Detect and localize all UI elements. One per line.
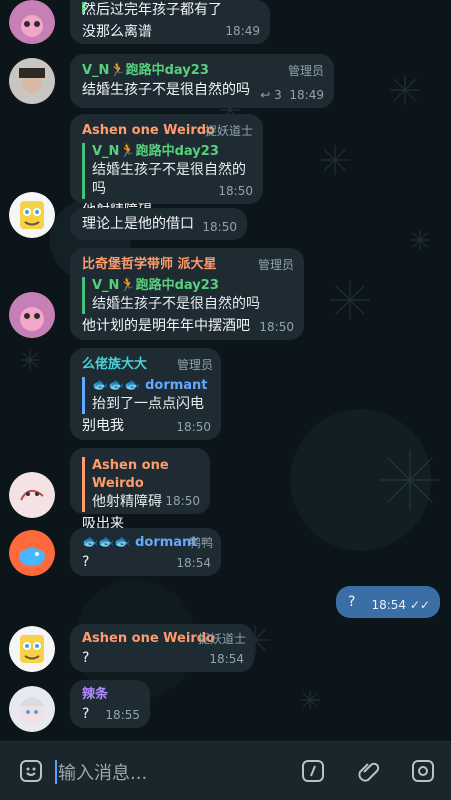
role-badge: 鸭鸭 — [188, 536, 213, 550]
message-bubble[interactable]: 然后过完年孩子都有了 没那么离谱 18:49 — [70, 0, 270, 44]
avatar[interactable] — [9, 292, 55, 338]
role-badge: 捉妖道士 — [197, 632, 246, 646]
quote-sender: 🐟🐟🐟 dormant — [92, 378, 208, 393]
sticker-icon[interactable] — [18, 758, 44, 784]
role-badge: 管理员 — [287, 64, 324, 78]
message-time: 18:55 — [105, 708, 140, 722]
quote-sender: Ashen one Weirdo — [92, 458, 169, 491]
message-time: 18:54 — [209, 652, 244, 666]
message-bubble[interactable]: 么佬族大大 管理员 🐟🐟🐟 dormant 抬到了一点点闪电 别电我 18:50 — [70, 348, 221, 440]
reply-icon[interactable]: ↩︎ — [260, 88, 274, 102]
avatar[interactable] — [9, 530, 55, 576]
text-caret — [55, 760, 57, 784]
reply-count: 3 — [274, 88, 282, 102]
message-time: 18:50 — [259, 320, 294, 334]
message-text: 然后过完年孩子都有了 — [82, 2, 222, 18]
message-time: 18:50 — [176, 420, 211, 434]
message-time: 18:54 — [176, 556, 211, 570]
message-bubble[interactable]: Ashen one Weirdo 捉妖道士 ? 18:54 — [70, 624, 254, 672]
camera-icon[interactable] — [410, 758, 436, 784]
message-time: 18:54 ✓✓ — [371, 598, 430, 612]
role-badge: 管理员 — [257, 258, 294, 272]
reply-quote[interactable]: V_N🏃跑路中day23 结婚生孩子不是很自然的吗 — [82, 277, 294, 314]
avatar[interactable] — [9, 626, 55, 672]
message-bubble[interactable]: Ashen one Weirdo 他射精障碍 吸出来 18:50 — [70, 448, 210, 532]
paperclip-icon[interactable] — [356, 758, 382, 784]
role-badge: 捉妖道士 — [204, 124, 253, 138]
message-bubble[interactable]: V_N🏃跑路中day23 管理员 结婚生孩子不是很自然的吗 ↩︎ 3 18:49 — [70, 54, 334, 108]
avatar[interactable] — [9, 686, 55, 732]
sender-name[interactable]: 辣条 — [82, 686, 140, 704]
message-time: 18:49 — [225, 24, 260, 38]
message-bubble[interactable]: 🐟🐟🐟 dormant 鸭鸭 ? 18:54 — [70, 528, 221, 576]
quote-text: 抬到了一点点闪电 — [92, 396, 204, 412]
message-time: ↩︎ 3 18:49 — [260, 88, 324, 102]
message-time: 18:50 — [165, 494, 200, 508]
command-icon[interactable] — [300, 758, 326, 784]
quote-sender: V_N🏃跑路中day23 — [92, 144, 219, 159]
message-composer[interactable]: 输入消息... — [0, 741, 451, 800]
double-check-icon: ✓✓ — [409, 598, 430, 612]
message-bubble[interactable]: Ashen one Weirdo 捉妖道士 V_N🏃跑路中day23 结婚生孩子… — [70, 114, 263, 219]
message-input[interactable]: 输入消息... — [58, 759, 147, 785]
message-bubble[interactable]: 比奇堡哲学带师 派大星 管理员 V_N🏃跑路中day23 结婚生孩子不是很自然的… — [70, 248, 304, 340]
message-bubble[interactable]: 辣条 ? 18:55 — [70, 680, 150, 728]
quote-sender: V_N🏃跑路中day23 — [92, 278, 219, 293]
avatar[interactable] — [9, 192, 55, 238]
avatar[interactable] — [9, 0, 55, 44]
avatar[interactable] — [9, 472, 55, 518]
reply-quote[interactable]: 🐟🐟🐟 dormant 抬到了一点点闪电 — [82, 377, 211, 414]
message-time: 18:50 — [202, 220, 237, 234]
avatar[interactable] — [9, 58, 55, 104]
message-bubble-outgoing[interactable]: ? 18:54 ✓✓ — [336, 586, 440, 618]
message-bubble[interactable]: 理论上是他的借口 18:50 — [70, 208, 247, 240]
quote-text: 结婚生孩子不是很自然的吗 — [92, 296, 260, 312]
message-text: 没那么离谱 — [82, 24, 152, 40]
message-time: 18:50 — [218, 184, 253, 198]
role-badge: 管理员 — [176, 358, 213, 372]
